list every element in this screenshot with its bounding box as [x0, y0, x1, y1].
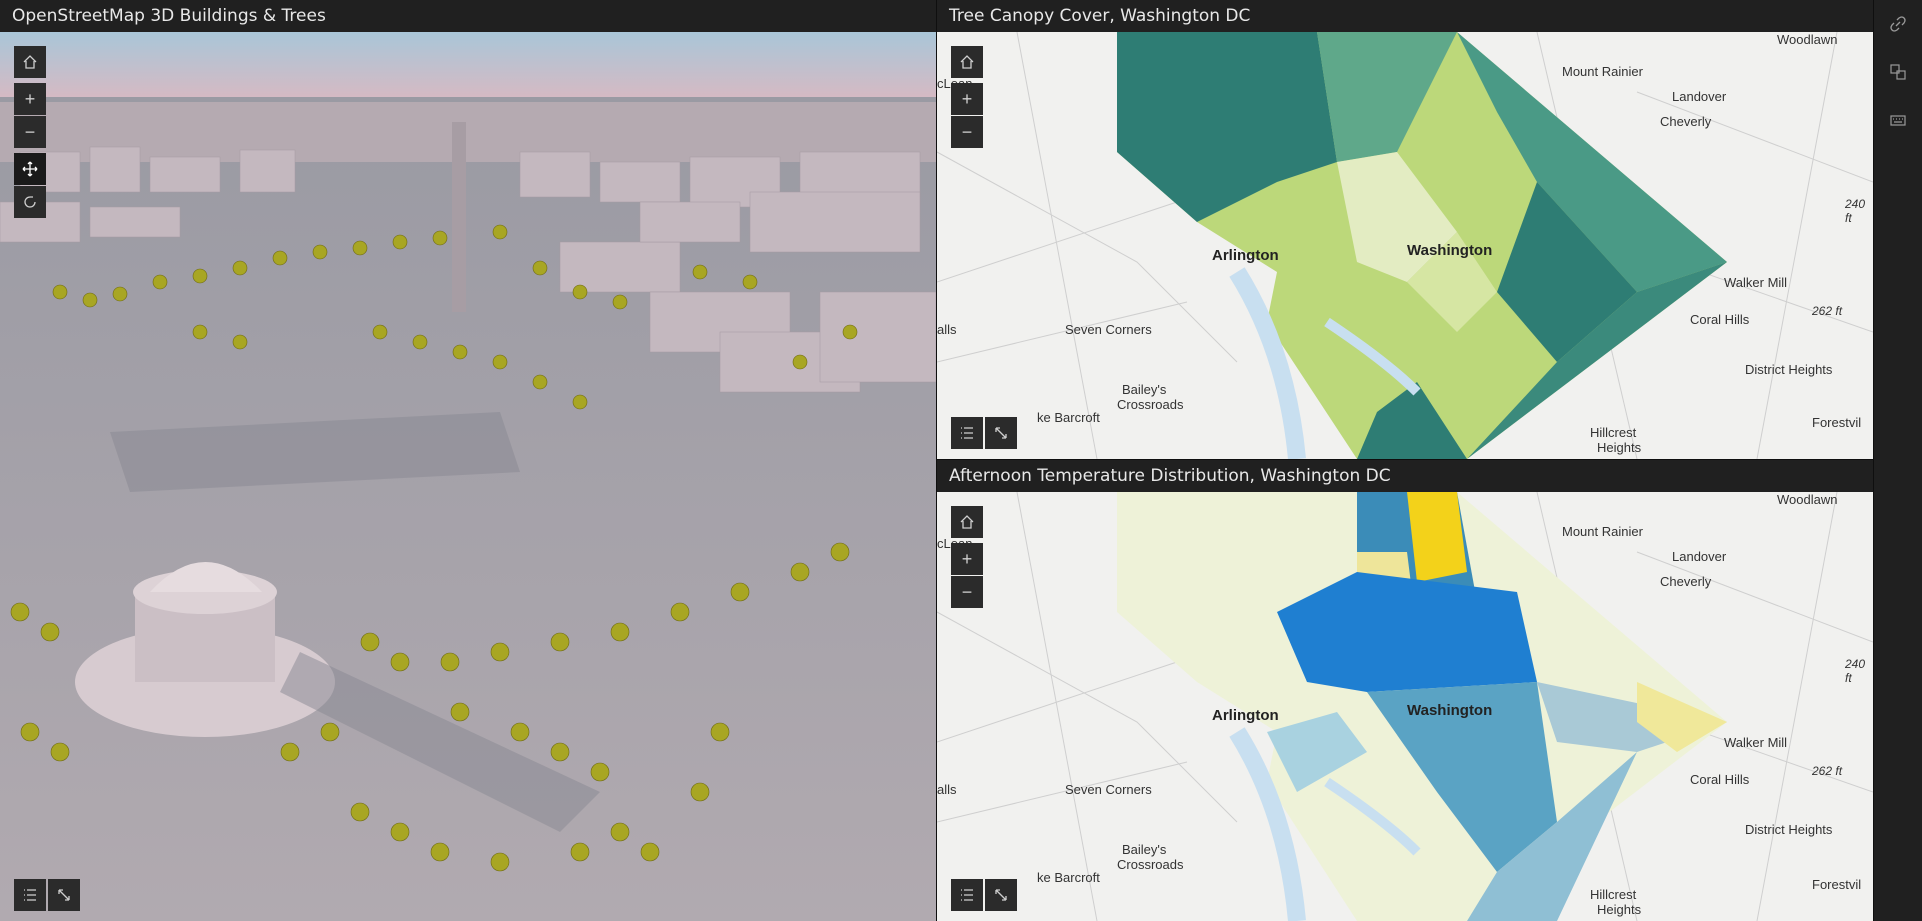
plus-icon: +	[961, 88, 973, 109]
temperature-panel-title: Afternoon Temperature Distribution, Wash…	[937, 460, 1873, 492]
rotate-icon	[24, 196, 36, 208]
legend-button[interactable]	[951, 879, 983, 911]
expand-button[interactable]	[985, 417, 1017, 449]
map-label-forestville: Forestvil	[1812, 415, 1862, 430]
canopy-panel-title: Tree Canopy Cover, Washington DC	[937, 0, 1873, 32]
legend-button[interactable]	[14, 879, 46, 911]
map-label-240ft: 240 ft	[1845, 197, 1866, 225]
right-rail	[1874, 0, 1922, 921]
zoom-in-button[interactable]: +	[951, 543, 983, 575]
map-label-lake-barcroft: ke Barcroft	[1037, 410, 1100, 425]
expand-icon	[995, 427, 1007, 439]
map-label-district-heights: District Heights	[1745, 362, 1833, 377]
legend-button[interactable]	[951, 417, 983, 449]
pan-icon	[22, 161, 38, 177]
map-label-woodlawn: Woodlawn	[1777, 32, 1838, 47]
expand-icon	[995, 889, 1007, 901]
temperature-map[interactable]	[937, 492, 1873, 921]
map-label-heights: Heights	[1597, 440, 1642, 455]
map-label-washington: Washington	[1407, 242, 1493, 259]
plus-icon: +	[961, 548, 973, 569]
map-label-washington: Washington	[1407, 702, 1493, 719]
map-label-landover: Landover	[1672, 89, 1727, 104]
map-label-landover: Landover	[1672, 549, 1727, 564]
expand-icon	[58, 889, 70, 901]
map-label-arlington: Arlington	[1212, 707, 1279, 724]
canopy-navigation-controls: + −	[951, 46, 983, 148]
legend-icon	[24, 889, 36, 901]
link-icon	[1890, 16, 1906, 32]
map-label-mount-rainier: Mount Rainier	[1562, 524, 1643, 539]
map-label-alls: alls	[937, 322, 957, 337]
map-label-cheverly: Cheverly	[1660, 574, 1712, 589]
map-label-forestville: Forestvil	[1812, 877, 1862, 892]
zoom-out-button[interactable]: −	[14, 116, 46, 148]
rotate-button[interactable]	[14, 186, 46, 218]
map-label-walker-mill: Walker Mill	[1724, 275, 1788, 290]
map-label-cheverly: Cheverly	[1660, 114, 1712, 129]
home-icon	[960, 515, 974, 529]
share-link-button[interactable]	[1874, 0, 1922, 48]
map-label-coral-hills: Coral Hills	[1690, 772, 1750, 787]
scene-3d-render[interactable]	[0, 32, 936, 921]
map-label-240ft: 240 ft	[1845, 657, 1866, 685]
minus-icon: −	[24, 121, 36, 142]
map-label-mount-rainier: Mount Rainier	[1562, 64, 1643, 79]
map-label-hillcrest: Hillcrest	[1590, 887, 1637, 902]
map-label-coral-hills: Coral Hills	[1690, 312, 1750, 327]
minus-icon: −	[961, 581, 973, 602]
minus-icon: −	[961, 121, 973, 142]
map-label-262ft: 262 ft	[1812, 764, 1843, 778]
map-label-seven-corners: Seven Corners	[1065, 782, 1152, 797]
home-button[interactable]	[951, 46, 983, 78]
canopy-map-view[interactable]: Washington Arlington Seven Corners Baile…	[937, 32, 1873, 459]
keyboard-shortcuts-button[interactable]	[1874, 96, 1922, 144]
temperature-map-view[interactable]: Washington Arlington Seven Corners Baile…	[937, 492, 1873, 921]
language-button[interactable]	[1874, 48, 1922, 96]
expand-button[interactable]	[48, 879, 80, 911]
scene-panel: OpenStreetMap 3D Buildings & Trees + −	[0, 0, 936, 921]
home-button[interactable]	[14, 46, 46, 78]
canopy-bottom-controls	[951, 417, 1017, 449]
canopy-map[interactable]	[937, 32, 1873, 459]
map-label-262ft: 262 ft	[1812, 304, 1843, 318]
temperature-panel: Afternoon Temperature Distribution, Wash…	[937, 460, 1873, 921]
zoom-out-button[interactable]: −	[951, 576, 983, 608]
map-label-crossroads: Crossroads	[1117, 397, 1184, 412]
expand-button[interactable]	[985, 879, 1017, 911]
map-label-seven-corners: Seven Corners	[1065, 322, 1152, 337]
legend-icon	[961, 889, 973, 901]
zoom-in-button[interactable]: +	[951, 83, 983, 115]
zoom-out-button[interactable]: −	[951, 116, 983, 148]
plus-icon: +	[24, 88, 36, 109]
scene-view[interactable]: + −	[0, 32, 936, 921]
home-icon	[23, 55, 37, 69]
map-label-walker-mill: Walker Mill	[1724, 735, 1788, 750]
map-label-alls: alls	[937, 782, 957, 797]
scene-panel-title: OpenStreetMap 3D Buildings & Trees	[0, 0, 936, 32]
home-icon	[960, 55, 974, 69]
home-button[interactable]	[951, 506, 983, 538]
map-label-district-heights: District Heights	[1745, 822, 1833, 837]
legend-icon	[961, 427, 973, 439]
map-label-hillcrest: Hillcrest	[1590, 425, 1637, 440]
zoom-in-button[interactable]: +	[14, 83, 46, 115]
map-label-arlington: Arlington	[1212, 247, 1279, 264]
map-label-woodlawn: Woodlawn	[1777, 492, 1838, 507]
scene-navigation-controls: + −	[14, 46, 46, 218]
keyboard-icon	[1890, 115, 1906, 126]
translate-icon	[1890, 64, 1906, 80]
map-label-lake-barcroft: ke Barcroft	[1037, 870, 1100, 885]
map-label-crossroads: Crossroads	[1117, 857, 1184, 872]
map-label-baileys: Bailey's	[1122, 842, 1167, 857]
temperature-navigation-controls: + −	[951, 506, 983, 608]
scene-bottom-controls	[14, 879, 80, 911]
canopy-panel: Tree Canopy Cover, Washington DC Washing…	[937, 0, 1873, 459]
map-label-heights: Heights	[1597, 902, 1642, 917]
map-label-baileys: Bailey's	[1122, 382, 1167, 397]
pan-button[interactable]	[14, 153, 46, 185]
temperature-bottom-controls	[951, 879, 1017, 911]
